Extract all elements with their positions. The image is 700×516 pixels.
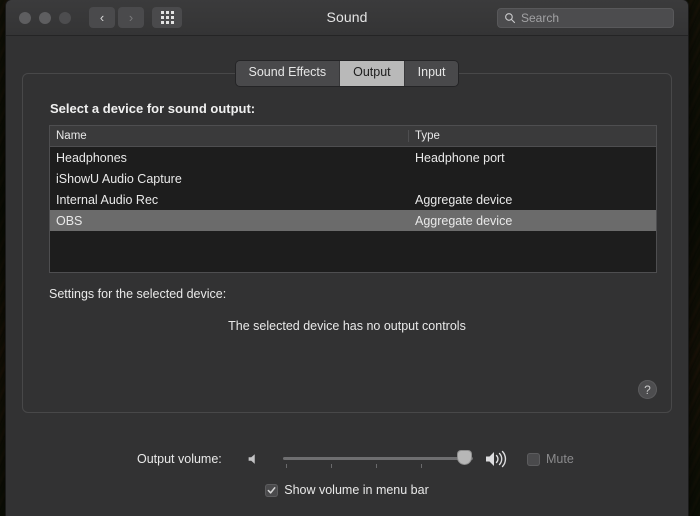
output-volume-label: Output volume: xyxy=(137,452,222,466)
window-titlebar: ‹ › Sound xyxy=(6,0,688,36)
device-table[interactable]: Name Type Headphones Headphone port iSho… xyxy=(49,125,657,273)
search-field[interactable] xyxy=(497,8,674,28)
device-name: Headphones xyxy=(56,150,127,165)
help-button[interactable]: ? xyxy=(638,380,657,399)
column-header-type[interactable]: Type xyxy=(409,130,656,142)
slider-tick xyxy=(286,464,287,468)
settings-for-device-label: Settings for the selected device: xyxy=(49,287,227,301)
table-row[interactable]: Headphones Headphone port xyxy=(50,147,656,168)
device-type: Aggregate device xyxy=(415,192,513,207)
search-icon xyxy=(505,13,516,24)
slider-tick xyxy=(331,464,332,468)
slider-track[interactable] xyxy=(283,457,473,460)
show-volume-menubar-label: Show volume in menu bar xyxy=(284,483,429,497)
mute-label: Mute xyxy=(546,452,574,466)
select-device-label: Select a device for sound output: xyxy=(50,101,256,116)
no-output-controls-message: The selected device has no output contro… xyxy=(228,319,466,333)
tab-input[interactable]: Input xyxy=(404,61,459,86)
table-row-selected[interactable]: OBS Aggregate device xyxy=(50,210,656,231)
question-mark-icon: ? xyxy=(644,382,651,397)
tab-bar: Sound Effects Output Input xyxy=(6,61,688,86)
tab-output[interactable]: Output xyxy=(340,61,405,86)
show-volume-menubar-checkbox[interactable] xyxy=(265,483,279,497)
slider-knob[interactable] xyxy=(457,451,471,464)
column-header-name[interactable]: Name xyxy=(50,130,409,142)
device-name: Internal Audio Rec xyxy=(56,192,159,207)
speaker-low-icon xyxy=(248,454,255,464)
mute-checkbox[interactable] xyxy=(527,452,540,466)
mute-control[interactable]: Mute xyxy=(527,452,574,466)
table-header-row: Name Type xyxy=(50,126,656,147)
slider-tick xyxy=(421,464,422,468)
tab-sound-effects[interactable]: Sound Effects xyxy=(235,61,341,86)
slider-tick xyxy=(376,464,377,468)
show-volume-menubar-control[interactable]: Show volume in menu bar xyxy=(265,483,429,497)
checkmark-icon xyxy=(267,486,276,494)
output-settings-panel: Select a device for sound output: Name T… xyxy=(22,73,672,413)
output-volume-slider[interactable] xyxy=(283,449,473,473)
device-name: iShowU Audio Capture xyxy=(56,171,182,186)
show-volume-menubar-row: Show volume in menu bar xyxy=(6,483,688,497)
search-input[interactable] xyxy=(521,11,667,25)
device-name: OBS xyxy=(56,213,83,228)
table-row[interactable]: Internal Audio Rec Aggregate device xyxy=(50,189,656,210)
device-type: Headphone port xyxy=(415,150,505,165)
sound-preferences-window: ‹ › Sound Sound Effects Output Input S xyxy=(6,0,688,516)
table-row[interactable]: iShowU Audio Capture xyxy=(50,168,656,189)
device-type: Aggregate device xyxy=(415,213,513,228)
output-volume-row: Output volume: Mute xyxy=(6,449,688,475)
speaker-high-icon xyxy=(486,450,507,468)
